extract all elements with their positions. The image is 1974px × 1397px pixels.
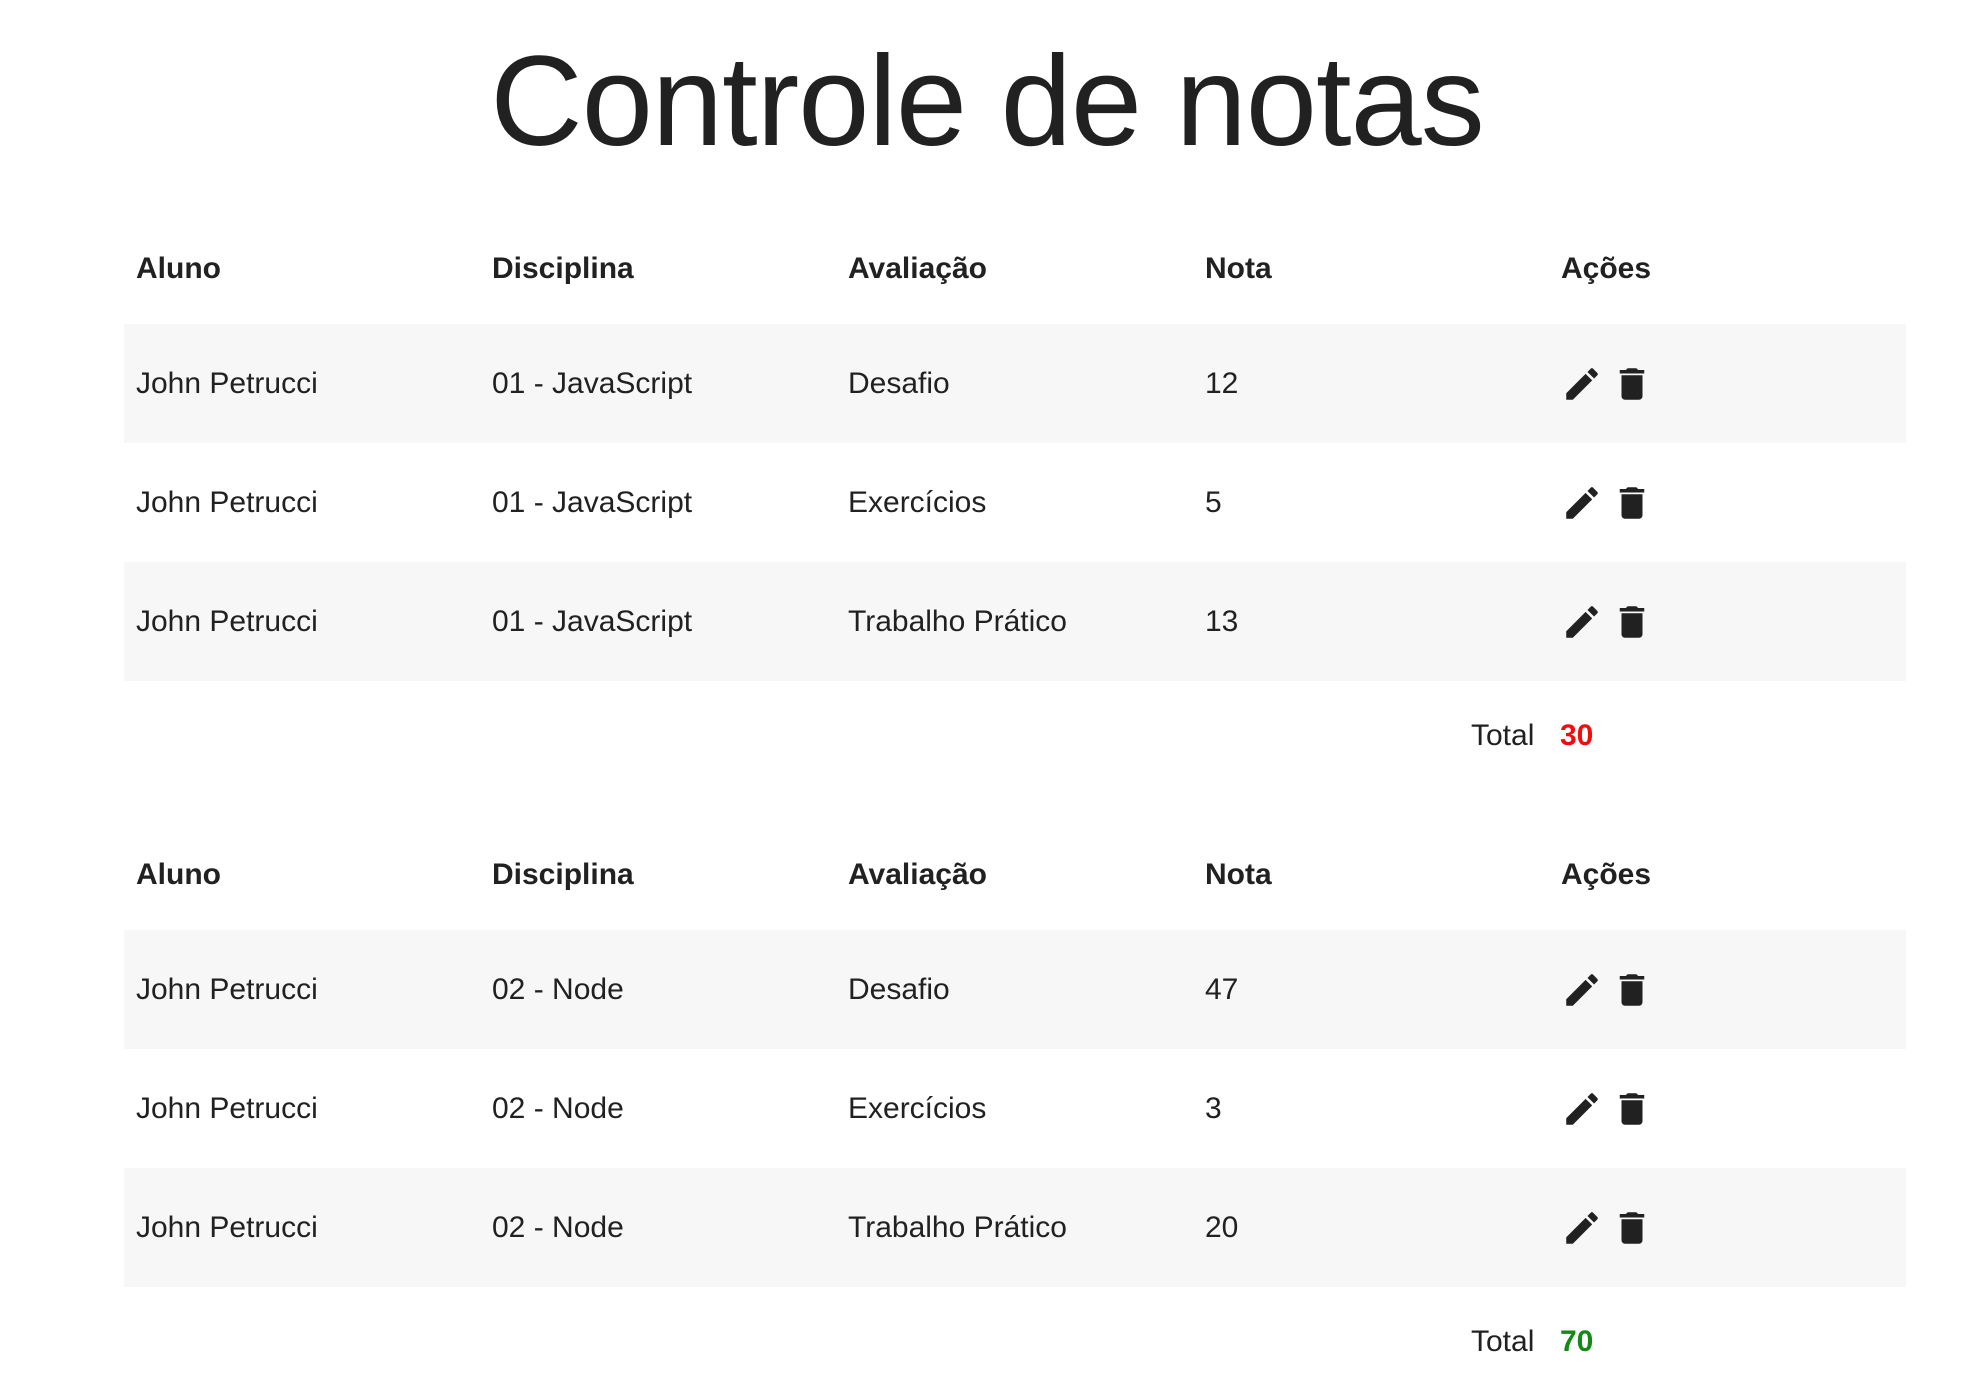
cell-disciplina: 02 - Node <box>492 1091 624 1125</box>
column-header-nota: Nota <box>1205 858 1272 891</box>
trash-icon[interactable] <box>1611 482 1653 524</box>
row-actions <box>1549 969 1906 1011</box>
cell-aluno: John Petrucci <box>136 485 318 519</box>
column-header-aluno: Aluno <box>136 252 221 285</box>
row-actions <box>1549 363 1906 405</box>
pencil-icon[interactable] <box>1561 482 1603 524</box>
table-row: John Petrucci 02 - Node Exercícios 3 <box>124 1049 1906 1168</box>
grades-table-node: Aluno Disciplina Avaliação Nota Ações Jo… <box>124 820 1906 1397</box>
table-header: Aluno Disciplina Avaliação Nota Ações <box>124 820 1906 930</box>
total-row: Total 30 <box>124 681 1906 791</box>
table-row: John Petrucci 02 - Node Desafio 47 <box>124 930 1906 1049</box>
cell-nota: 13 <box>1205 604 1239 638</box>
cell-nota: 47 <box>1205 972 1239 1006</box>
column-header-acoes: Ações <box>1561 858 1652 891</box>
table-row: John Petrucci 02 - Node Trabalho Prático… <box>124 1168 1906 1287</box>
row-actions <box>1549 482 1906 524</box>
cell-aluno: John Petrucci <box>136 1210 318 1244</box>
cell-disciplina: 01 - JavaScript <box>492 366 693 400</box>
column-header-disciplina: Disciplina <box>492 858 634 891</box>
trash-icon[interactable] <box>1611 969 1653 1011</box>
cell-avaliacao: Exercícios <box>848 1091 987 1125</box>
total-value: 30 <box>1560 719 1594 752</box>
table-row: John Petrucci 01 - JavaScript Desafio 12 <box>124 324 1906 443</box>
table-row: John Petrucci 01 - JavaScript Exercícios… <box>124 443 1906 562</box>
trash-icon[interactable] <box>1611 1207 1653 1249</box>
column-header-avaliacao: Avaliação <box>848 252 987 285</box>
trash-icon[interactable] <box>1611 1088 1653 1130</box>
cell-nota: 3 <box>1205 1091 1222 1125</box>
cell-aluno: John Petrucci <box>136 1091 318 1125</box>
table-header: Aluno Disciplina Avaliação Nota Ações <box>124 214 1906 324</box>
page-title: Controle de notas <box>490 30 1484 173</box>
table-row: John Petrucci 01 - JavaScript Trabalho P… <box>124 562 1906 681</box>
trash-icon[interactable] <box>1611 363 1653 405</box>
row-actions <box>1549 601 1906 643</box>
cell-avaliacao: Trabalho Prático <box>848 604 1067 638</box>
pencil-icon[interactable] <box>1561 1088 1603 1130</box>
trash-icon[interactable] <box>1611 601 1653 643</box>
cell-disciplina: 01 - JavaScript <box>492 604 693 638</box>
cell-disciplina: 01 - JavaScript <box>492 485 693 519</box>
total-label: Total <box>1471 719 1535 752</box>
cell-aluno: John Petrucci <box>136 972 318 1006</box>
cell-aluno: John Petrucci <box>136 366 318 400</box>
column-header-aluno: Aluno <box>136 858 221 891</box>
cell-aluno: John Petrucci <box>136 604 318 638</box>
column-header-avaliacao: Avaliação <box>848 858 987 891</box>
row-actions <box>1549 1088 1906 1130</box>
cell-avaliacao: Trabalho Prático <box>848 1210 1067 1244</box>
column-header-acoes: Ações <box>1561 252 1652 285</box>
cell-avaliacao: Desafio <box>848 972 950 1006</box>
cell-nota: 20 <box>1205 1210 1239 1244</box>
total-value: 70 <box>1560 1325 1594 1358</box>
pencil-icon[interactable] <box>1561 363 1603 405</box>
row-actions <box>1549 1207 1906 1249</box>
pencil-icon[interactable] <box>1561 1207 1603 1249</box>
grades-table-javascript: Aluno Disciplina Avaliação Nota Ações Jo… <box>124 214 1906 791</box>
total-label: Total <box>1471 1325 1535 1358</box>
cell-avaliacao: Exercícios <box>848 485 987 519</box>
pencil-icon[interactable] <box>1561 601 1603 643</box>
cell-avaliacao: Desafio <box>848 366 950 400</box>
column-header-disciplina: Disciplina <box>492 252 634 285</box>
cell-disciplina: 02 - Node <box>492 1210 624 1244</box>
total-row: Total 70 <box>124 1287 1906 1397</box>
pencil-icon[interactable] <box>1561 969 1603 1011</box>
cell-nota: 5 <box>1205 485 1222 519</box>
column-header-nota: Nota <box>1205 252 1272 285</box>
cell-nota: 12 <box>1205 366 1239 400</box>
cell-disciplina: 02 - Node <box>492 972 624 1006</box>
